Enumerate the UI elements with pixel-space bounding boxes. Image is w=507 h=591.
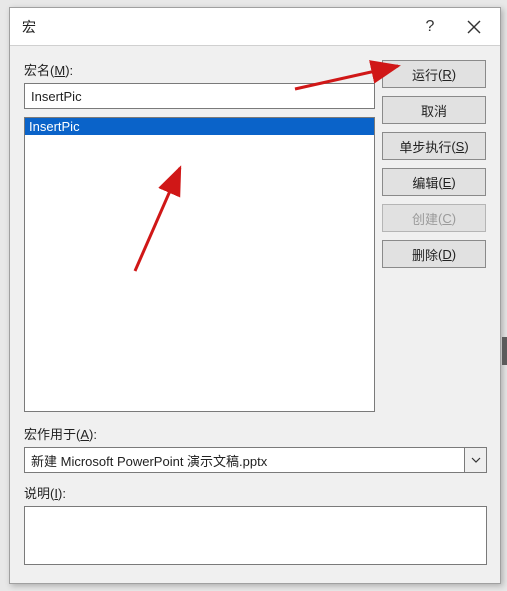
description-box[interactable] — [24, 506, 487, 565]
list-item[interactable]: InsertPic — [25, 118, 374, 135]
run-button[interactable]: 运行(R) — [382, 60, 486, 88]
scope-row: 新建 Microsoft PowerPoint 演示文稿.pptx — [24, 447, 487, 473]
lower-section: 宏作用于(A): 新建 Microsoft PowerPoint 演示文稿.pp… — [24, 424, 486, 565]
titlebar: 宏 ? — [10, 8, 500, 46]
macro-name-input[interactable] — [24, 83, 375, 109]
macro-dialog: 宏 ? 宏名(M): InsertPic 运行(R) 取消 单步执行(S) — [9, 7, 501, 584]
description-label: 说明(I): — [24, 483, 486, 502]
delete-button[interactable]: 删除(D) — [382, 240, 486, 268]
button-column: 运行(R) 取消 单步执行(S) 编辑(E) 创建(C) 删除(D) — [382, 60, 486, 268]
help-icon: ? — [426, 18, 435, 36]
edge-mark — [502, 337, 507, 365]
scope-dropdown-button[interactable] — [465, 447, 487, 473]
macro-list[interactable]: InsertPic — [24, 117, 375, 412]
close-icon — [467, 20, 481, 34]
scope-label: 宏作用于(A): — [24, 424, 486, 443]
chevron-down-icon — [471, 457, 481, 463]
help-button[interactable]: ? — [408, 9, 452, 45]
step-into-button[interactable]: 单步执行(S) — [382, 132, 486, 160]
scope-select[interactable]: 新建 Microsoft PowerPoint 演示文稿.pptx — [24, 447, 465, 473]
dialog-content: 宏名(M): InsertPic 运行(R) 取消 单步执行(S) 编辑(E) … — [10, 46, 500, 583]
dialog-title: 宏 — [22, 17, 408, 37]
close-button[interactable] — [452, 9, 496, 45]
create-button: 创建(C) — [382, 204, 486, 232]
cancel-button[interactable]: 取消 — [382, 96, 486, 124]
edit-button[interactable]: 编辑(E) — [382, 168, 486, 196]
